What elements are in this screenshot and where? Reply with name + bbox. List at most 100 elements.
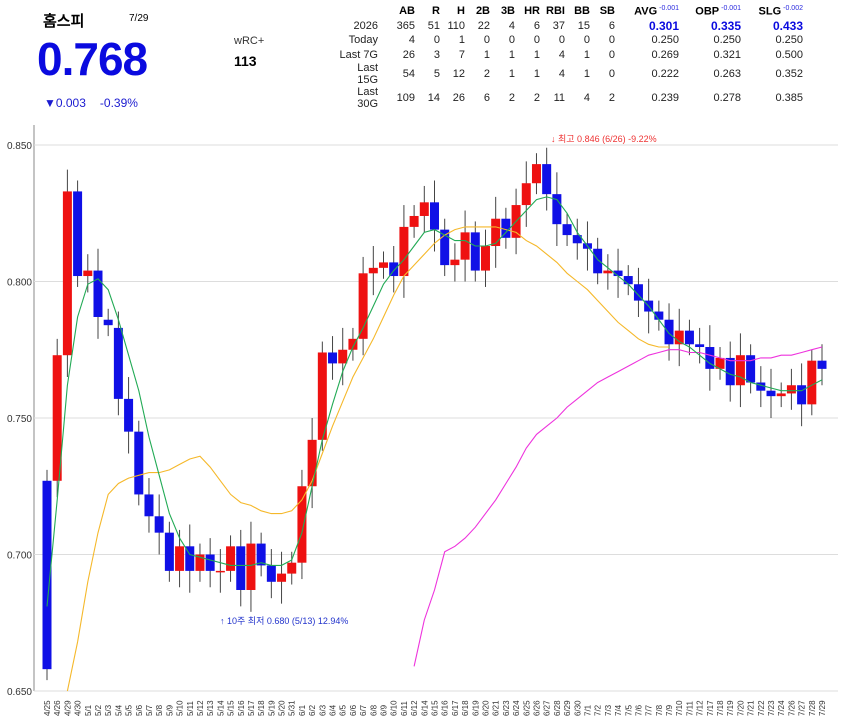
x-tick-label: 7/9 — [665, 704, 674, 716]
x-tick-label: 6/12 — [410, 700, 419, 716]
candle — [215, 570, 225, 573]
candle — [317, 352, 327, 440]
x-tick-label: 5/17 — [247, 700, 256, 716]
candle — [399, 226, 409, 277]
y-tick-label: 0.750 — [7, 414, 32, 425]
candle — [73, 191, 83, 277]
x-tick-label: 7/18 — [716, 700, 725, 716]
candle — [562, 224, 572, 236]
candle — [236, 546, 246, 590]
candle — [786, 385, 796, 394]
candle — [491, 218, 501, 247]
x-tick-label: 5/7 — [145, 704, 154, 716]
x-tick-label: 7/21 — [747, 700, 756, 716]
x-tick-label: 7/2 — [594, 704, 603, 716]
candle — [450, 259, 460, 266]
x-tick-label: 6/10 — [390, 700, 399, 716]
candle — [521, 183, 531, 206]
candle — [379, 262, 389, 268]
candle — [674, 330, 684, 345]
candle — [593, 248, 603, 274]
x-tick-label: 6/4 — [329, 704, 338, 716]
x-tick-label: 5/31 — [288, 700, 297, 716]
candle — [766, 390, 776, 397]
x-tick-label: 7/12 — [696, 700, 705, 716]
ma5-line — [46, 196, 823, 607]
x-tick-label: 6/24 — [512, 700, 521, 716]
x-tick-label: 7/20 — [736, 700, 745, 716]
x-tick-label: 7/27 — [798, 700, 807, 716]
candle — [154, 516, 164, 533]
candle — [368, 267, 378, 274]
x-tick-label: 5/18 — [257, 700, 266, 716]
x-tick-label: 6/14 — [420, 700, 429, 716]
x-tick-label: 5/11 — [186, 700, 195, 716]
y-tick-label: 0.850 — [7, 141, 32, 152]
x-tick-label: 6/25 — [522, 700, 531, 716]
x-tick-label: 5/3 — [104, 704, 113, 716]
x-tick-label: 5/20 — [278, 700, 287, 716]
x-tick-label: 7/19 — [726, 700, 735, 716]
x-tick-label: 7/24 — [777, 700, 786, 716]
candle — [419, 202, 429, 216]
candle — [623, 276, 633, 285]
x-tick-label: 6/26 — [532, 700, 541, 716]
candle — [328, 352, 338, 364]
x-tick-label: 6/3 — [318, 704, 327, 716]
x-tick-label: 5/8 — [155, 704, 164, 716]
x-tick-label: 7/6 — [634, 704, 643, 716]
x-tick-label: 5/12 — [196, 700, 205, 716]
candle — [113, 327, 123, 399]
candle — [776, 393, 786, 397]
candle — [470, 232, 480, 271]
x-tick-label: 7/26 — [787, 700, 796, 716]
candle — [297, 486, 307, 563]
candle — [93, 270, 103, 317]
x-tick-label: 5/6 — [135, 704, 144, 716]
x-tick-label: 6/28 — [553, 700, 562, 716]
x-tick-label: 5/14 — [216, 700, 225, 716]
x-tick-label: 5/13 — [206, 700, 215, 716]
candle — [287, 562, 297, 574]
candle — [460, 232, 470, 260]
x-tick-label: 6/29 — [563, 700, 572, 716]
candle — [124, 398, 134, 432]
x-tick-label: 7/11 — [685, 700, 694, 716]
x-tick-label: 6/17 — [451, 700, 460, 716]
x-tick-label: 7/4 — [614, 704, 623, 716]
x-tick-label: 4/26 — [53, 700, 62, 716]
y-tick-label: 0.800 — [7, 278, 32, 289]
x-tick-label: 7/5 — [624, 704, 633, 716]
x-tick-label: 4/29 — [63, 700, 72, 716]
low-annotation: ↑ 10주 최저 0.680 (5/13) 12.94% — [220, 616, 348, 626]
candle — [144, 494, 154, 517]
high-annotation: ↓ 최고 0.846 (6/26) -9.22% — [551, 134, 657, 144]
x-tick-label: 5/9 — [165, 704, 174, 716]
x-tick-label: 5/16 — [237, 700, 246, 716]
x-tick-label: 7/23 — [767, 700, 776, 716]
candle — [664, 319, 674, 345]
x-tick-label: 6/15 — [431, 700, 440, 716]
candle — [134, 431, 144, 495]
candle — [338, 349, 348, 364]
x-tick-label: 7/1 — [583, 704, 592, 716]
candle — [735, 355, 745, 386]
candle — [83, 270, 93, 277]
candle — [695, 344, 705, 348]
candle — [226, 546, 236, 571]
x-tick-label: 6/6 — [349, 704, 358, 716]
candlestick-chart: 0.650 0.700 0.750 0.800 0.850 4/25 4/26 4/29 4/3… — [7, 125, 838, 716]
x-tick-label: 6/9 — [380, 704, 389, 716]
y-tick-label: 0.650 — [7, 687, 32, 698]
x-tick-label: 4/25 — [43, 700, 52, 716]
x-tick-label: 5/15 — [227, 700, 236, 716]
x-tick-label: 7/28 — [808, 700, 817, 716]
candle — [817, 360, 827, 369]
x-tick-label: 6/16 — [441, 700, 450, 716]
candle — [164, 532, 174, 571]
x-tick-label: 7/8 — [655, 704, 664, 716]
candle — [246, 543, 256, 590]
candle — [205, 554, 215, 571]
y-tick-label: 0.700 — [7, 551, 32, 562]
x-tick-label: 7/29 — [818, 700, 827, 716]
